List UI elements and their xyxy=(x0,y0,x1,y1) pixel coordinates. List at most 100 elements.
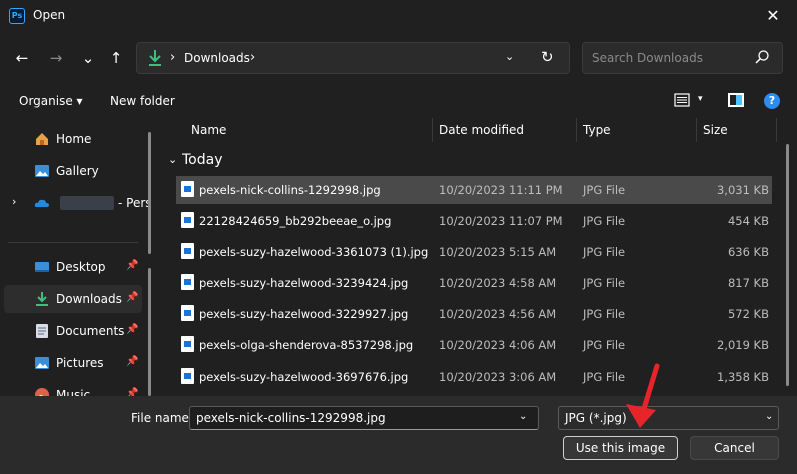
sidebar-item-label: Pictures xyxy=(56,356,104,370)
download-icon xyxy=(36,292,48,306)
file-type: JPG File xyxy=(583,214,626,228)
file-row[interactable]: pexels-suzy-hazelwood-3229927.jpg 10/20/… xyxy=(176,300,772,328)
file-name-label: File name: xyxy=(131,411,193,425)
file-type: JPG File xyxy=(583,276,626,290)
group-header-today[interactable]: Today xyxy=(182,152,223,168)
file-size: 1,358 KB xyxy=(716,370,769,384)
onedrive-icon xyxy=(34,199,49,207)
search-input[interactable]: Search Downloads xyxy=(592,51,703,65)
pin-icon: 📌 xyxy=(126,388,139,396)
sidebar-item-label: Gallery xyxy=(56,164,99,178)
sidebar-scrollbar[interactable] xyxy=(148,132,151,254)
desktop-icon xyxy=(35,262,49,272)
file-name: pexels-suzy-hazelwood-3361073 (1).jpg xyxy=(199,245,429,259)
file-row[interactable]: pexels-olga-shenderova-8537298.jpg 10/20… xyxy=(176,331,772,359)
chevron-down-icon[interactable]: ⌄ xyxy=(505,50,514,63)
column-header-date[interactable]: Date modified xyxy=(433,118,576,144)
file-date: 10/20/2023 3:06 AM xyxy=(439,370,557,384)
up-button[interactable]: ↑ xyxy=(104,44,128,72)
new-folder-button[interactable]: New folder xyxy=(110,94,175,108)
column-header-type[interactable]: Type xyxy=(577,118,697,144)
use-this-image-button[interactable]: Use this image xyxy=(563,436,678,460)
sidebar-item-home[interactable]: Home xyxy=(4,125,142,153)
back-button[interactable]: ← xyxy=(10,44,34,72)
recent-locations-button[interactable]: ⌄ xyxy=(76,44,100,72)
sidebar-item-music[interactable]: Music 📌 xyxy=(4,381,142,396)
file-row[interactable]: pexels-suzy-hazelwood-3697676.jpg 10/20/… xyxy=(176,363,772,391)
file-date: 10/20/2023 11:11 PM xyxy=(439,183,563,197)
file-row[interactable]: pexels-suzy-hazelwood-3239424.jpg 10/20/… xyxy=(176,269,772,297)
file-name: pexels-olga-shenderova-8537298.jpg xyxy=(199,338,414,352)
sidebar-item-label: Documents xyxy=(56,324,125,338)
sidebar-divider xyxy=(8,242,138,243)
file-name: pexels-nick-collins-1292998.jpg xyxy=(199,183,381,197)
search-icon xyxy=(755,50,769,64)
sidebar-item-gallery[interactable]: Gallery xyxy=(4,157,142,185)
pictures-icon xyxy=(35,357,49,369)
help-icon[interactable]: ? xyxy=(764,93,780,109)
file-row[interactable]: pexels-suzy-hazelwood-3361073 (1).jpg 10… xyxy=(176,238,772,266)
file-date: 10/20/2023 4:56 AM xyxy=(439,307,557,321)
file-type: JPG File xyxy=(583,307,626,321)
redacted-account-name xyxy=(60,196,114,210)
image-file-icon xyxy=(181,274,194,290)
home-icon xyxy=(36,133,48,145)
file-size: 2,019 KB xyxy=(716,338,769,352)
collapse-chevron-icon[interactable]: ⌄ xyxy=(168,153,177,166)
file-size: 454 KB xyxy=(727,214,769,228)
sidebar-item-desktop[interactable]: Desktop 📌 xyxy=(4,253,142,281)
column-header-name[interactable]: Name xyxy=(162,118,432,144)
file-list-scrollbar[interactable] xyxy=(786,144,789,386)
column-header-size[interactable]: Size xyxy=(697,118,777,144)
file-row[interactable]: pexels-nick-collins-1292998.jpg 10/20/20… xyxy=(176,176,772,204)
sidebar-item-downloads[interactable]: Downloads 📌 xyxy=(4,285,142,313)
chevron-right-icon[interactable]: › xyxy=(12,195,16,208)
sidebar-scrollbar[interactable] xyxy=(148,268,151,396)
file-type: JPG File xyxy=(583,183,626,197)
sidebar-item-documents[interactable]: Documents 📌 xyxy=(4,317,142,345)
title-bar: Ps Open ✕ xyxy=(0,0,797,32)
preview-pane-icon[interactable] xyxy=(728,93,744,107)
chevron-down-icon[interactable]: ⌄ xyxy=(519,411,527,422)
pin-icon: 📌 xyxy=(126,292,139,303)
window-title: Open xyxy=(33,8,66,22)
photoshop-app-icon: Ps xyxy=(9,8,25,24)
navigation-pane: Home Gallery › - Pers Desktop 📌 Download… xyxy=(0,118,160,396)
organise-menu[interactable]: Organise ▾ xyxy=(19,94,83,108)
pin-icon: 📌 xyxy=(126,324,139,335)
navigation-bar: ← → ⌄ ↑ › Downloads › ⌄ ↻ Search Downloa… xyxy=(0,32,797,84)
file-date: 10/20/2023 4:58 AM xyxy=(439,276,557,290)
sidebar-item-label: Desktop xyxy=(56,260,106,274)
file-date: 10/20/2023 11:07 PM xyxy=(439,214,563,228)
file-size: 817 KB xyxy=(727,276,769,290)
breadcrumb-downloads[interactable]: Downloads xyxy=(184,51,250,65)
image-file-icon xyxy=(181,336,194,352)
file-list: Name ⌃ Date modified Type Size ⌄ Today p… xyxy=(162,118,797,396)
sidebar-item-pictures[interactable]: Pictures 📌 xyxy=(4,349,142,377)
cancel-button[interactable]: Cancel xyxy=(690,436,779,460)
file-name-input[interactable]: pexels-nick-collins-1292998.jpg xyxy=(189,406,539,430)
view-list-icon[interactable] xyxy=(674,93,690,107)
column-title: Date modified xyxy=(439,123,525,137)
sidebar-item-label: - Pers xyxy=(118,196,152,210)
refresh-icon[interactable]: ↻ xyxy=(541,48,554,66)
image-file-icon xyxy=(181,243,194,259)
file-size: 636 KB xyxy=(727,245,769,259)
address-bar[interactable]: › Downloads › ⌄ ↻ xyxy=(136,42,570,74)
file-type: JPG File xyxy=(583,370,626,384)
gallery-icon xyxy=(35,165,49,177)
file-type-select[interactable]: JPG (*.jpg) xyxy=(558,406,779,430)
file-name: pexels-suzy-hazelwood-3239424.jpg xyxy=(199,276,409,290)
documents-icon xyxy=(36,324,48,338)
column-separator[interactable] xyxy=(776,118,777,142)
sidebar-item-label: Home xyxy=(56,132,92,146)
sidebar-item-onedrive[interactable]: › - Pers xyxy=(4,189,152,217)
sidebar-item-label: Music xyxy=(56,388,91,396)
forward-button[interactable]: → xyxy=(44,44,68,72)
chevron-down-icon[interactable]: ⌄ xyxy=(765,411,773,422)
close-button[interactable]: ✕ xyxy=(753,0,793,32)
file-type: JPG File xyxy=(583,245,626,259)
search-box[interactable]: Search Downloads xyxy=(582,42,783,74)
file-row[interactable]: 22128424659_bb292beeae_o.jpg 10/20/2023 … xyxy=(176,207,772,235)
view-options-chevron[interactable]: ▾ xyxy=(698,94,703,104)
